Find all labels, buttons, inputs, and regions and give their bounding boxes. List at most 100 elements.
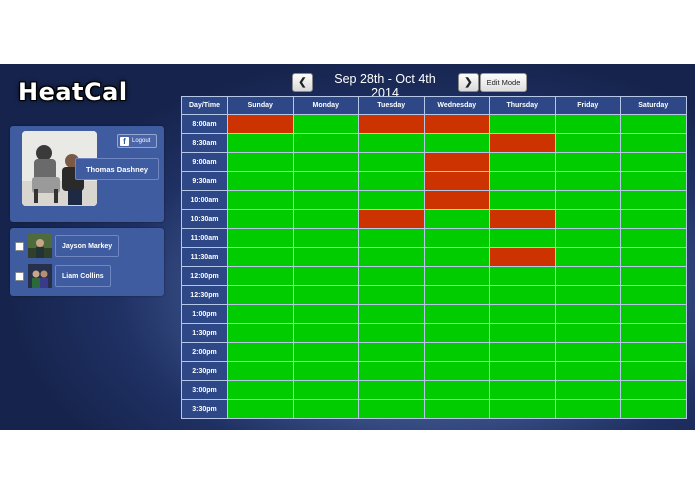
next-week-button[interactable]: ❯ xyxy=(458,73,479,92)
free-slot[interactable] xyxy=(358,323,425,343)
free-slot[interactable] xyxy=(489,399,556,419)
free-slot[interactable] xyxy=(489,342,556,362)
free-slot[interactable] xyxy=(423,133,490,153)
busy-slot[interactable] xyxy=(489,247,556,267)
free-slot[interactable] xyxy=(489,171,556,191)
free-slot[interactable] xyxy=(554,361,621,381)
free-slot[interactable] xyxy=(292,228,359,248)
busy-slot[interactable] xyxy=(423,114,490,134)
busy-slot[interactable] xyxy=(489,133,556,153)
free-slot[interactable] xyxy=(227,342,294,362)
free-slot[interactable] xyxy=(292,361,359,381)
free-slot[interactable] xyxy=(489,228,556,248)
busy-slot[interactable] xyxy=(358,114,425,134)
free-slot[interactable] xyxy=(554,114,621,134)
free-slot[interactable] xyxy=(227,380,294,400)
free-slot[interactable] xyxy=(489,304,556,324)
free-slot[interactable] xyxy=(489,323,556,343)
free-slot[interactable] xyxy=(554,304,621,324)
free-slot[interactable] xyxy=(554,247,621,267)
free-slot[interactable] xyxy=(227,152,294,172)
free-slot[interactable] xyxy=(554,209,621,229)
free-slot[interactable] xyxy=(620,190,687,210)
free-slot[interactable] xyxy=(423,399,490,419)
free-slot[interactable] xyxy=(358,304,425,324)
free-slot[interactable] xyxy=(227,361,294,381)
free-slot[interactable] xyxy=(554,380,621,400)
free-slot[interactable] xyxy=(423,266,490,286)
free-slot[interactable] xyxy=(358,228,425,248)
free-slot[interactable] xyxy=(292,323,359,343)
free-slot[interactable] xyxy=(423,304,490,324)
friend-name[interactable]: Jayson Markey xyxy=(55,235,120,257)
free-slot[interactable] xyxy=(489,114,556,134)
busy-slot[interactable] xyxy=(423,152,490,172)
free-slot[interactable] xyxy=(620,399,687,419)
busy-slot[interactable] xyxy=(227,114,294,134)
free-slot[interactable] xyxy=(292,399,359,419)
free-slot[interactable] xyxy=(620,247,687,267)
free-slot[interactable] xyxy=(292,114,359,134)
free-slot[interactable] xyxy=(620,152,687,172)
free-slot[interactable] xyxy=(358,399,425,419)
free-slot[interactable] xyxy=(358,266,425,286)
free-slot[interactable] xyxy=(358,247,425,267)
prev-week-button[interactable]: ❮ xyxy=(292,73,313,92)
free-slot[interactable] xyxy=(554,323,621,343)
free-slot[interactable] xyxy=(292,209,359,229)
free-slot[interactable] xyxy=(292,342,359,362)
free-slot[interactable] xyxy=(227,171,294,191)
free-slot[interactable] xyxy=(423,323,490,343)
free-slot[interactable] xyxy=(489,152,556,172)
free-slot[interactable] xyxy=(358,285,425,305)
free-slot[interactable] xyxy=(554,133,621,153)
free-slot[interactable] xyxy=(620,209,687,229)
busy-slot[interactable] xyxy=(358,209,425,229)
free-slot[interactable] xyxy=(358,380,425,400)
friend-checkbox[interactable] xyxy=(15,272,24,281)
busy-slot[interactable] xyxy=(423,171,490,191)
free-slot[interactable] xyxy=(620,304,687,324)
free-slot[interactable] xyxy=(358,133,425,153)
facebook-logout-button[interactable]: f Logout xyxy=(117,134,157,148)
free-slot[interactable] xyxy=(620,285,687,305)
free-slot[interactable] xyxy=(554,342,621,362)
free-slot[interactable] xyxy=(292,171,359,191)
free-slot[interactable] xyxy=(358,342,425,362)
free-slot[interactable] xyxy=(554,285,621,305)
free-slot[interactable] xyxy=(554,190,621,210)
free-slot[interactable] xyxy=(292,152,359,172)
free-slot[interactable] xyxy=(227,133,294,153)
free-slot[interactable] xyxy=(292,190,359,210)
free-slot[interactable] xyxy=(358,361,425,381)
free-slot[interactable] xyxy=(489,190,556,210)
free-slot[interactable] xyxy=(227,304,294,324)
free-slot[interactable] xyxy=(292,247,359,267)
free-slot[interactable] xyxy=(227,266,294,286)
free-slot[interactable] xyxy=(620,171,687,191)
free-slot[interactable] xyxy=(620,114,687,134)
busy-slot[interactable] xyxy=(489,209,556,229)
free-slot[interactable] xyxy=(554,399,621,419)
free-slot[interactable] xyxy=(620,228,687,248)
free-slot[interactable] xyxy=(227,190,294,210)
free-slot[interactable] xyxy=(227,285,294,305)
free-slot[interactable] xyxy=(620,361,687,381)
free-slot[interactable] xyxy=(423,247,490,267)
free-slot[interactable] xyxy=(620,323,687,343)
busy-slot[interactable] xyxy=(423,190,490,210)
free-slot[interactable] xyxy=(554,152,621,172)
free-slot[interactable] xyxy=(554,266,621,286)
free-slot[interactable] xyxy=(620,380,687,400)
free-slot[interactable] xyxy=(620,266,687,286)
free-slot[interactable] xyxy=(423,380,490,400)
free-slot[interactable] xyxy=(554,228,621,248)
free-slot[interactable] xyxy=(292,285,359,305)
edit-mode-button[interactable]: Edit Mode xyxy=(480,73,527,92)
free-slot[interactable] xyxy=(358,152,425,172)
free-slot[interactable] xyxy=(227,323,294,343)
free-slot[interactable] xyxy=(227,247,294,267)
free-slot[interactable] xyxy=(423,285,490,305)
free-slot[interactable] xyxy=(423,228,490,248)
free-slot[interactable] xyxy=(292,133,359,153)
